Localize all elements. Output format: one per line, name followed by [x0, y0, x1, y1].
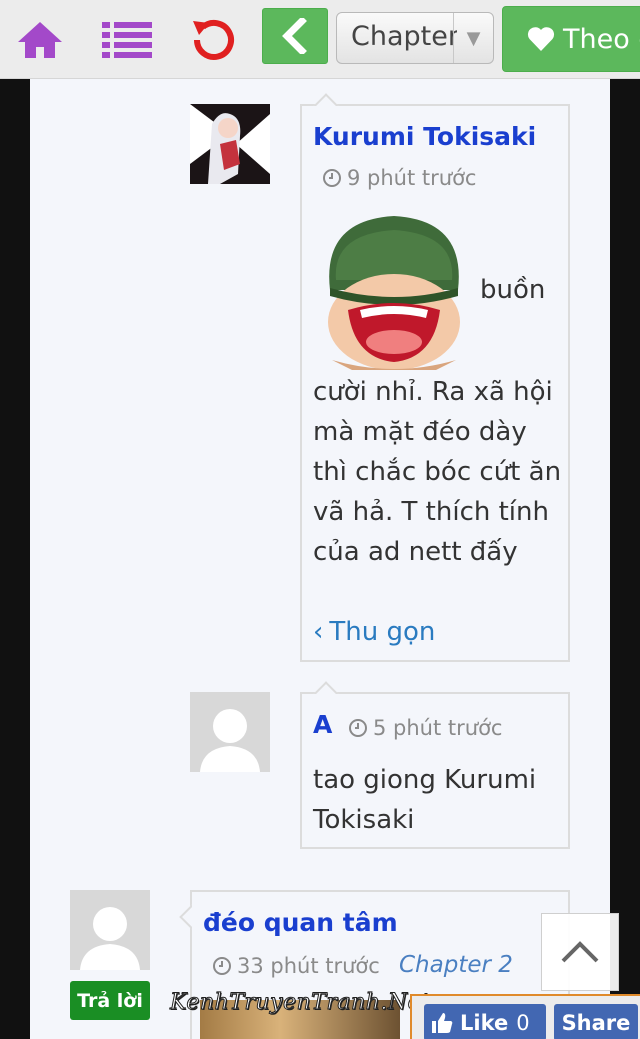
- chapter-select[interactable]: Chapter ▼: [336, 12, 494, 64]
- comment-author[interactable]: Kurumi Tokisaki: [313, 122, 536, 151]
- chapter-select-value: Chapter: [351, 21, 457, 52]
- bubble-caret: [178, 904, 192, 930]
- list-icon[interactable]: [100, 0, 154, 79]
- dropdown-arrow-icon: ▼: [453, 13, 493, 63]
- follow-button[interactable]: Theo dõi: [502, 6, 640, 72]
- comment-author[interactable]: A: [313, 710, 332, 739]
- thumbs-up-icon: [432, 1012, 453, 1033]
- reload-icon[interactable]: [186, 0, 240, 79]
- chevron-left-icon: [282, 18, 307, 54]
- comment-author[interactable]: đéo quan tâm: [203, 908, 398, 937]
- home-icon[interactable]: [14, 0, 66, 79]
- reply-button[interactable]: Trả lời: [70, 981, 150, 1020]
- bubble-caret: [313, 680, 339, 694]
- comment-time: 5 phút trước: [348, 716, 502, 740]
- avatar[interactable]: [70, 890, 150, 970]
- chapter-link[interactable]: Chapter 2: [399, 952, 513, 978]
- clock-icon: [349, 719, 367, 737]
- comment-bubble: Kurumi Tokisaki 9 phút trước buồn cười n…: [300, 104, 570, 662]
- comment-time: 33 phút trước: [212, 954, 380, 978]
- chevron-left-icon: ‹: [313, 617, 324, 647]
- comment-time: 9 phút trước: [322, 166, 476, 190]
- avatar[interactable]: [190, 104, 270, 184]
- clock-icon: [213, 957, 231, 975]
- comment-bubble: A 5 phút trước tao giong Kurumi Tokisaki: [300, 692, 570, 849]
- bubble-caret: [313, 92, 339, 106]
- clock-icon: [323, 169, 341, 187]
- comment-text: tao giong Kurumi Tokisaki: [313, 765, 537, 835]
- previous-chapter-button[interactable]: [262, 8, 328, 64]
- facebook-share-button[interactable]: Share: [554, 1004, 638, 1039]
- facebook-like-button[interactable]: Like 0: [424, 1004, 546, 1039]
- site-watermark: KenhTruyenTranh.Net: [169, 990, 431, 1016]
- facebook-share-bar: Like 0 Share: [410, 994, 640, 1039]
- like-label: Like: [460, 1010, 509, 1035]
- avatar[interactable]: [190, 692, 270, 772]
- collapse-label: Thu gọn: [329, 617, 436, 647]
- like-count: 0: [516, 1010, 530, 1035]
- top-toolbar: Chapter ▼ Theo dõi: [0, 0, 640, 79]
- scroll-to-top-button[interactable]: [541, 913, 619, 991]
- chevron-up-icon: [561, 941, 599, 963]
- collapse-link[interactable]: ‹ Thu gọn: [313, 612, 435, 652]
- heart-icon: [527, 27, 555, 51]
- emoji-sticker: [312, 210, 476, 370]
- comment-text: cười nhỉ. Ra xã hội mà mặt đéo dày thì c…: [313, 377, 562, 567]
- sticker-trailing-text: buồn: [480, 275, 546, 305]
- follow-label: Theo dõi: [563, 23, 640, 55]
